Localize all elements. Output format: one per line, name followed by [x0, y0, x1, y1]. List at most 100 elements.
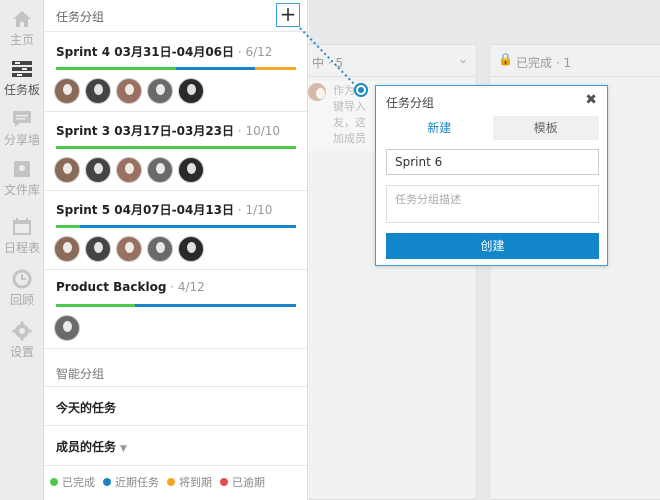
member-avatars [54, 157, 209, 183]
avatar[interactable] [116, 236, 142, 262]
rail-files[interactable]: 文件库 [0, 152, 44, 202]
group-count: · 1/10 [234, 203, 273, 217]
rail-review[interactable]: 回顾 [0, 262, 44, 312]
progress-done [56, 146, 296, 149]
legend-due-soon: 将到期 [167, 474, 212, 490]
today-tasks-label: 今天的任务 [56, 401, 117, 415]
group-name: Sprint 5 04月07日-04月13日 [56, 203, 235, 217]
avatar[interactable] [54, 315, 80, 341]
progress-upcoming [80, 225, 296, 228]
member-tasks-row[interactable]: 成员的任务 ▼ [44, 426, 308, 466]
rail-board[interactable]: 任务板 [0, 52, 44, 102]
avatar[interactable] [147, 236, 173, 262]
avatar[interactable] [85, 236, 111, 262]
card-text: 作为 键导入 友，这 加成员 [333, 83, 366, 147]
calendar-icon [13, 218, 31, 235]
add-group-button[interactable]: + [276, 3, 300, 27]
progress-due-soon [255, 67, 296, 70]
avatar[interactable] [116, 78, 142, 104]
today-tasks-row[interactable]: 今天的任务 [44, 386, 308, 426]
panel-header: 任务分组 + [44, 0, 307, 32]
rail-board-label: 任务板 [3, 83, 40, 97]
avatar[interactable] [54, 236, 80, 262]
avatar[interactable] [116, 157, 142, 183]
group-item[interactable]: Product Backlog · 4/12 [44, 270, 308, 349]
avatar[interactable] [178, 78, 204, 104]
avatar[interactable] [85, 157, 111, 183]
progress-done [56, 67, 176, 70]
panel-title: 任务分组 [56, 10, 105, 24]
legend-done-label: 已完成 [62, 476, 95, 489]
group-count: · 10/10 [234, 124, 281, 138]
progress-bar [56, 146, 296, 149]
caret-down-icon: ▼ [120, 444, 127, 454]
progress-bar [56, 225, 296, 228]
close-icon[interactable]: ✖ [585, 92, 597, 108]
card-line: 加成员 [333, 132, 366, 145]
legend-done-dot [50, 478, 58, 486]
avatar[interactable] [178, 157, 204, 183]
status-legend: 已完成 近期任务 将到期 已逾期 [50, 474, 273, 490]
group-name: Product Backlog [56, 280, 167, 294]
rail-calendar-label: 日程表 [3, 241, 40, 255]
avatar[interactable] [147, 78, 173, 104]
member-avatars [54, 236, 209, 262]
group-name: Sprint 3 03月17日-03月23日 [56, 124, 235, 138]
lock-icon: 🔒 [498, 52, 513, 66]
legend-upcoming-dot [103, 478, 111, 486]
progress-done [56, 304, 136, 307]
group-item[interactable]: Sprint 5 04月07日-04月13日 · 1/10 [44, 191, 308, 270]
group-title: Sprint 4 03月31日-04月06日 · 6/12 [56, 43, 272, 60]
rail-share[interactable]: 分享墙 [0, 102, 44, 152]
board-icon [12, 61, 32, 77]
progress-bar [56, 304, 296, 307]
group-item[interactable]: Sprint 4 03月31日-04月06日 · 6/12 [44, 33, 308, 112]
rail-home[interactable]: 主页 [0, 2, 44, 52]
avatar[interactable] [54, 78, 80, 104]
avatar[interactable] [178, 236, 204, 262]
legend-upcoming: 近期任务 [103, 474, 159, 490]
rail-review-label: 回顾 [9, 293, 34, 307]
popover-tabs: 新建 模板 [386, 116, 599, 140]
legend-due-soon-dot [167, 478, 175, 486]
group-title: Product Backlog · 4/12 [56, 280, 205, 294]
gear-icon [12, 321, 32, 341]
rail-calendar[interactable]: 日程表 [0, 210, 44, 260]
avatar[interactable] [147, 157, 173, 183]
history-icon [12, 269, 32, 289]
group-item[interactable]: Sprint 3 03月17日-03月23日 · 10/10 [44, 112, 308, 191]
group-count: · 6/12 [234, 45, 273, 59]
progress-done [56, 225, 80, 228]
chat-icon [13, 111, 31, 127]
column-title: 中 · 5 [312, 56, 344, 70]
legend-overdue-label: 已逾期 [232, 476, 265, 489]
file-icon [14, 161, 30, 177]
rail-files-label: 文件库 [3, 183, 40, 197]
avatar[interactable] [85, 78, 111, 104]
column-title: 已完成 · 1 [516, 56, 572, 70]
avatar [308, 83, 326, 101]
group-name: Sprint 4 03月31日-04月06日 [56, 45, 235, 59]
progress-upcoming [176, 67, 256, 70]
group-name-input[interactable] [386, 149, 599, 175]
legend-due-soon-label: 将到期 [179, 476, 212, 489]
legend-overdue-dot [220, 478, 228, 486]
popover-title: 任务分组 [386, 96, 435, 110]
member-tasks-title: 成员的任务 ▼ [56, 438, 127, 455]
rail-settings-label: 设置 [9, 345, 34, 359]
new-group-popover: 任务分组 ✖ 新建 模板 创建 [375, 85, 608, 266]
member-tasks-label: 成员的任务 [56, 440, 117, 454]
avatar[interactable] [54, 157, 80, 183]
rail-settings[interactable]: 设置 [0, 314, 44, 364]
tab-new[interactable]: 新建 [386, 116, 493, 140]
legend-overdue: 已逾期 [220, 474, 265, 490]
chevron-down-icon[interactable]: ⌄ [458, 52, 468, 66]
tab-template[interactable]: 模板 [492, 116, 599, 140]
create-button[interactable]: 创建 [386, 233, 599, 259]
group-count: · 4/12 [166, 280, 205, 294]
smart-groups-label: 智能分组 [56, 367, 105, 381]
card-line: 键导入 [333, 100, 366, 113]
progress-upcoming [135, 304, 296, 307]
group-description-input[interactable] [386, 185, 599, 223]
card-line: 友，这 [333, 116, 366, 129]
